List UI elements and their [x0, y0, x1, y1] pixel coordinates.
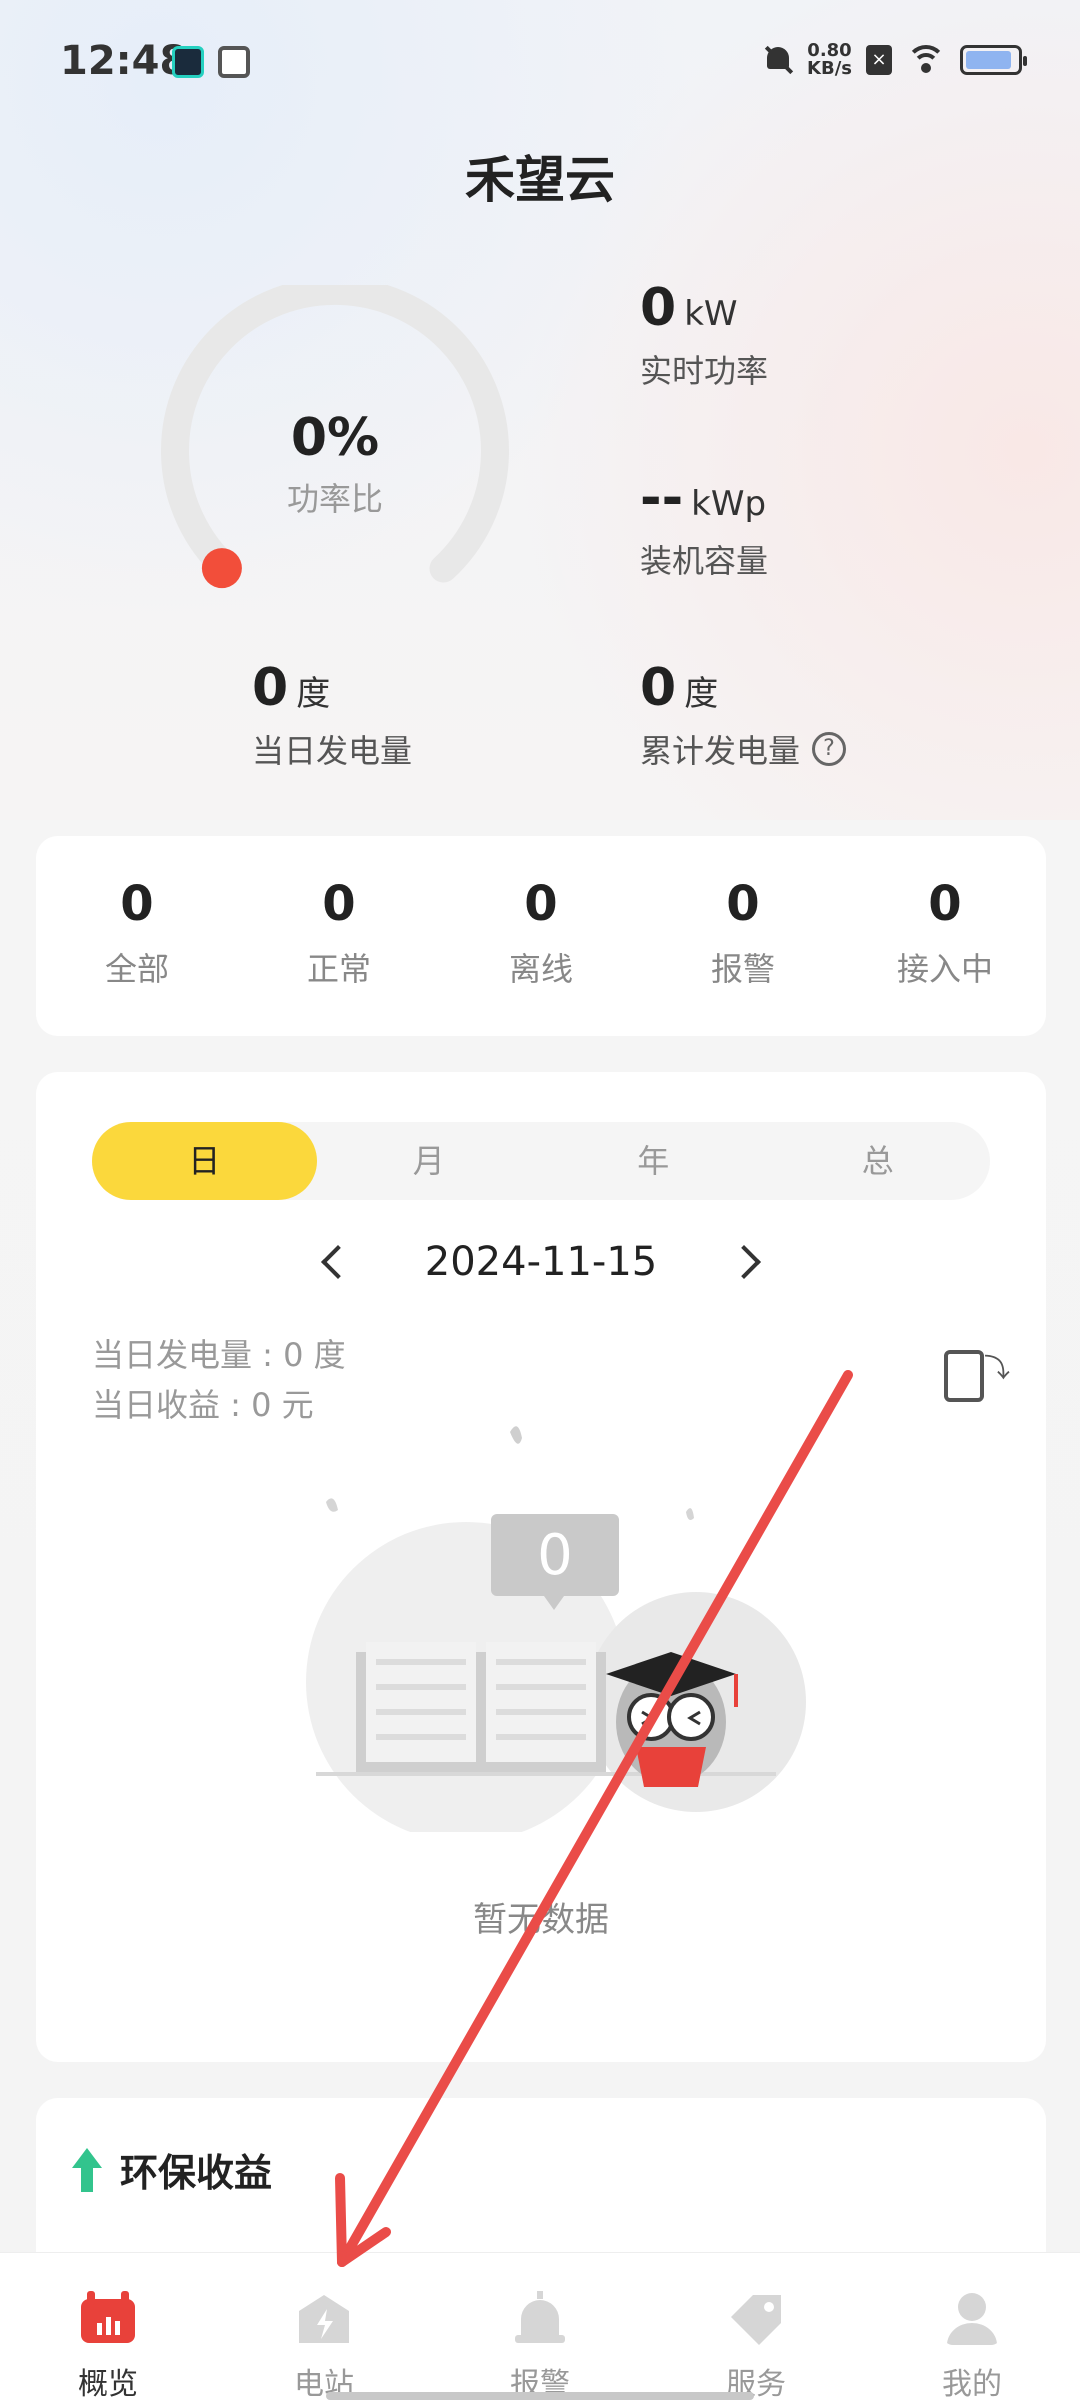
bottom-navigation: 概览 电站 报警 服务 我的 — [0, 2252, 1080, 2408]
nav-station[interactable]: 电站 — [216, 2253, 432, 2408]
status-bar: 12:48 0.80 KB/s × — [0, 0, 1080, 120]
eco-benefits-label: 环保收益 — [120, 2151, 273, 2195]
count-connecting[interactable]: 0 接入中 — [844, 836, 1046, 1036]
realtime-power-metric: 0 kW 实时功率 — [640, 278, 768, 392]
overview-icon — [81, 2291, 135, 2343]
service-icon — [731, 2295, 781, 2345]
tab-day[interactable]: 日 — [92, 1122, 317, 1200]
count-connecting-label: 接入中 — [896, 950, 993, 988]
total-generation-label-row: 累计发电量 ? — [640, 726, 847, 772]
home-indicator[interactable] — [326, 2392, 754, 2400]
count-offline-label: 离线 — [508, 950, 573, 988]
nav-alarm[interactable]: 报警 — [432, 2253, 648, 2408]
power-ratio-value: 0% — [290, 408, 380, 468]
station-counts-card: 0 全部 0 正常 0 离线 0 报警 0 接入中 — [36, 836, 1046, 1036]
date-selector: 2024-11-15 — [36, 1232, 1046, 1292]
realtime-power-unit: kW — [684, 294, 738, 334]
app-notification-icon — [172, 46, 204, 78]
count-offline-value: 0 — [524, 876, 558, 932]
rotate-screen-icon[interactable] — [944, 1348, 1010, 1402]
station-icon — [299, 2295, 349, 2343]
total-generation-label: 累计发电量 — [640, 732, 801, 770]
page-title: 禾望云 — [465, 151, 615, 209]
count-normal[interactable]: 0 正常 — [238, 836, 440, 1036]
wifi-icon — [906, 45, 946, 75]
total-generation-unit: 度 — [684, 674, 719, 714]
tab-total[interactable]: 总 — [766, 1122, 991, 1200]
total-generation-value: 0 — [640, 658, 677, 718]
nav-overview[interactable]: 概览 — [0, 2253, 216, 2408]
count-all-label: 全部 — [104, 950, 169, 988]
eco-benefits-title: 环保收益 — [72, 2142, 272, 2197]
installed-capacity-metric: -- kWp 装机容量 — [640, 468, 768, 582]
realtime-power-label: 实时功率 — [640, 352, 769, 390]
count-offline[interactable]: 0 离线 — [440, 836, 642, 1036]
selected-date[interactable]: 2024-11-15 — [425, 1239, 657, 1285]
summary-generation: 当日发电量 : 0 度 — [92, 1336, 346, 1374]
empty-state-text: 暂无数据 — [473, 1900, 609, 1940]
power-ratio-label: 功率比 — [286, 480, 383, 518]
help-icon[interactable]: ? — [812, 732, 847, 766]
daily-generation-unit: 度 — [296, 674, 331, 714]
nav-profile[interactable]: 我的 — [864, 2253, 1080, 2408]
nav-service[interactable]: 服务 — [648, 2253, 864, 2408]
count-all[interactable]: 0 全部 — [36, 836, 238, 1036]
installed-capacity-unit: kWp — [691, 484, 767, 524]
daily-generation-label: 当日发电量 — [252, 732, 413, 770]
count-connecting-value: 0 — [928, 876, 962, 932]
total-generation-metric: 0度 累计发电量 ? — [640, 658, 847, 772]
count-normal-label: 正常 — [306, 950, 371, 988]
battery-fill — [966, 51, 1011, 69]
generation-chart-card: 日 月 年 总 2024-11-15 当日发电量 : 0 度 当日收益 : 0 … — [36, 1072, 1046, 2062]
installed-capacity-label: 装机容量 — [640, 542, 769, 580]
status-time: 12:48 — [60, 38, 188, 84]
inbox-notification-icon — [218, 46, 250, 78]
count-alarm[interactable]: 0 报警 — [642, 836, 844, 1036]
realtime-power-value: 0 — [640, 278, 677, 338]
network-speed: 0.80 KB/s — [807, 42, 852, 78]
period-tabs: 日 月 年 总 — [92, 1122, 990, 1200]
alarm-icon — [515, 2291, 565, 2343]
gauge-indicator-dot — [201, 548, 242, 589]
tab-month[interactable]: 月 — [317, 1122, 542, 1200]
battery-icon — [960, 45, 1027, 75]
empty-badge-number: 0 — [537, 1523, 573, 1588]
daily-generation-metric: 0度 当日发电量 — [252, 658, 412, 772]
installed-capacity-value: -- — [640, 468, 684, 528]
count-normal-value: 0 — [322, 876, 356, 932]
daily-generation-value: 0 — [252, 658, 289, 718]
empty-state-illustration: 0 — [306, 1426, 806, 1832]
no-sim-icon: × — [866, 45, 892, 75]
nav-overview-label: 概览 — [78, 2367, 138, 2402]
chevron-right-icon[interactable] — [727, 1245, 761, 1279]
mute-bell-icon — [763, 43, 793, 77]
network-speed-unit: KB/s — [807, 58, 852, 79]
chevron-left-icon[interactable] — [321, 1245, 355, 1279]
tab-year[interactable]: 年 — [541, 1122, 766, 1200]
count-alarm-label: 报警 — [710, 950, 775, 988]
nav-profile-label: 我的 — [942, 2367, 1002, 2402]
profile-icon — [947, 2293, 997, 2345]
count-alarm-value: 0 — [726, 876, 760, 932]
arrow-up-icon — [72, 2147, 102, 2192]
count-all-value: 0 — [120, 876, 154, 932]
